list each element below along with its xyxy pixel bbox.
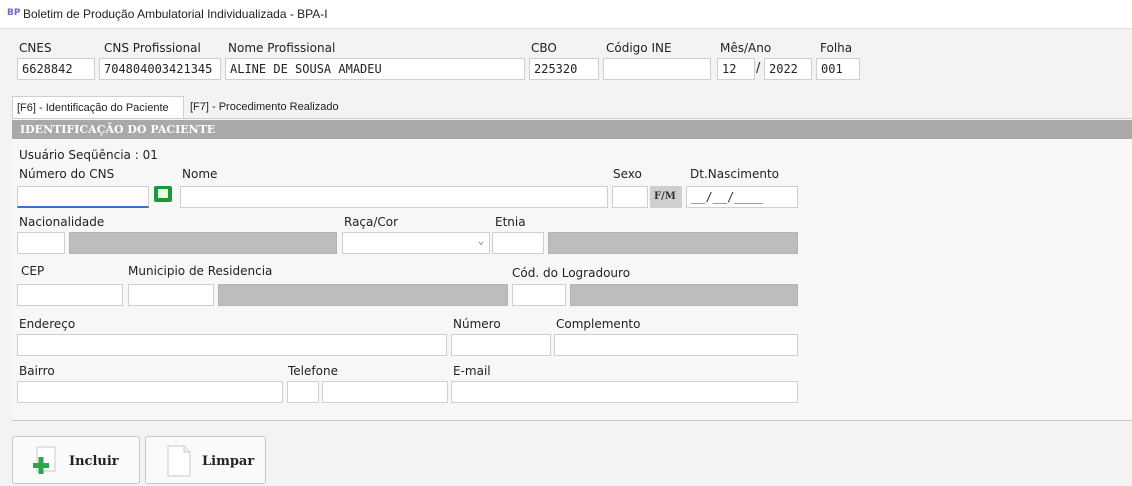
tab-procedimento-realizado[interactable]: [F7] - Procedimento Realizado (186, 96, 343, 118)
municipio-code-field[interactable] (128, 284, 214, 306)
cnes-field[interactable]: 6628842 (17, 58, 95, 80)
telefone-label: Telefone (288, 364, 338, 378)
logradouro-name-field (570, 284, 798, 306)
app-icon: BP (7, 8, 21, 18)
nome-profissional-field[interactable]: ALINE DE SOUSA AMADEU (225, 58, 525, 80)
nome-label: Nome (182, 167, 218, 181)
cep-field[interactable] (17, 284, 123, 306)
section-header: IDENTIFICAÇÃO DO PACIENTE (12, 120, 1132, 139)
telefone-ddd-field[interactable] (287, 381, 319, 403)
nacionalidade-name-field (69, 232, 337, 254)
sexo-field[interactable] (612, 186, 648, 208)
nome-field[interactable] (180, 186, 608, 208)
codigo-ine-field[interactable] (603, 58, 711, 80)
nacionalidade-code-field[interactable] (17, 232, 65, 254)
cns-profissional-label: CNS Profissional (104, 41, 201, 55)
divider (12, 420, 1132, 421)
nacionalidade-label: Nacionalidade (19, 215, 105, 229)
raca-cor-select[interactable]: ⌄ (342, 232, 490, 254)
numero-cns-field[interactable] (17, 186, 149, 208)
cns-profissional-field[interactable]: 704804003421345 (99, 58, 221, 80)
endereco-label: Endereço (19, 317, 76, 331)
raca-cor-label: Raça/Cor (344, 215, 399, 229)
codigo-ine-label: Código INE (606, 41, 672, 55)
sexo-label: Sexo (613, 167, 642, 181)
incluir-button[interactable]: Incluir (12, 436, 140, 484)
complemento-field[interactable] (554, 334, 798, 356)
nome-profissional-label: Nome Profissional (228, 41, 336, 55)
telefone-field[interactable] (322, 381, 448, 403)
plus-icon (33, 446, 56, 474)
folha-label: Folha (820, 41, 853, 55)
endereco-field[interactable] (17, 334, 447, 356)
cod-logradouro-field[interactable] (512, 284, 566, 306)
bairro-label: Bairro (19, 364, 55, 378)
cns-card-icon[interactable] (154, 186, 172, 202)
dt-nascimento-field[interactable]: __/__/____ (686, 186, 798, 208)
tab-identificacao-paciente[interactable]: [F6] - Identificação do Paciente (12, 96, 184, 118)
mes-ano-separator: / (756, 61, 761, 76)
municipio-label: Municipio de Residencia (128, 264, 273, 278)
etnia-label: Etnia (495, 215, 526, 229)
cnes-label: CNES (19, 41, 52, 55)
etnia-code-field[interactable] (492, 232, 544, 254)
incluir-label: Incluir (69, 454, 119, 469)
email-field[interactable] (451, 381, 798, 403)
ano-field[interactable]: 2022 (764, 58, 812, 80)
limpar-button[interactable]: Limpar (145, 436, 266, 484)
limpar-label: Limpar (202, 454, 255, 469)
cbo-field[interactable]: 225320 (529, 58, 599, 80)
chevron-down-icon: ⌄ (477, 236, 484, 247)
folha-field[interactable]: 001 (816, 58, 860, 80)
usuario-sequencia: Usuário Seqüência : 01 (19, 148, 158, 162)
cep-label: CEP (21, 264, 45, 278)
cbo-label: CBO (531, 41, 557, 55)
cod-logradouro-label: Cód. do Logradouro (512, 266, 631, 280)
tab-bar: [F6] - Identificação do Paciente [F7] - … (12, 96, 1132, 118)
etnia-name-field (548, 232, 798, 254)
dt-nascimento-label: Dt.Nascimento (690, 167, 779, 181)
numero-cns-label: Número do CNS (19, 167, 115, 181)
mes-field[interactable]: 12 (717, 58, 755, 80)
bairro-field[interactable] (17, 381, 283, 403)
municipio-name-field (218, 284, 508, 306)
title-bar: BP Boletim de Produção Ambulatorial Indi… (0, 0, 1132, 29)
email-label: E-mail (453, 364, 491, 378)
window-title: Boletim de Produção Ambulatorial Individ… (23, 7, 328, 21)
numero-field[interactable] (451, 334, 551, 356)
numero-label: Número (453, 317, 501, 331)
complemento-label: Complemento (556, 317, 641, 331)
blank-page-icon (167, 445, 191, 477)
mes-ano-label: Mês/Ano (720, 41, 772, 55)
sexo-toggle-button[interactable]: F/M (650, 186, 682, 208)
